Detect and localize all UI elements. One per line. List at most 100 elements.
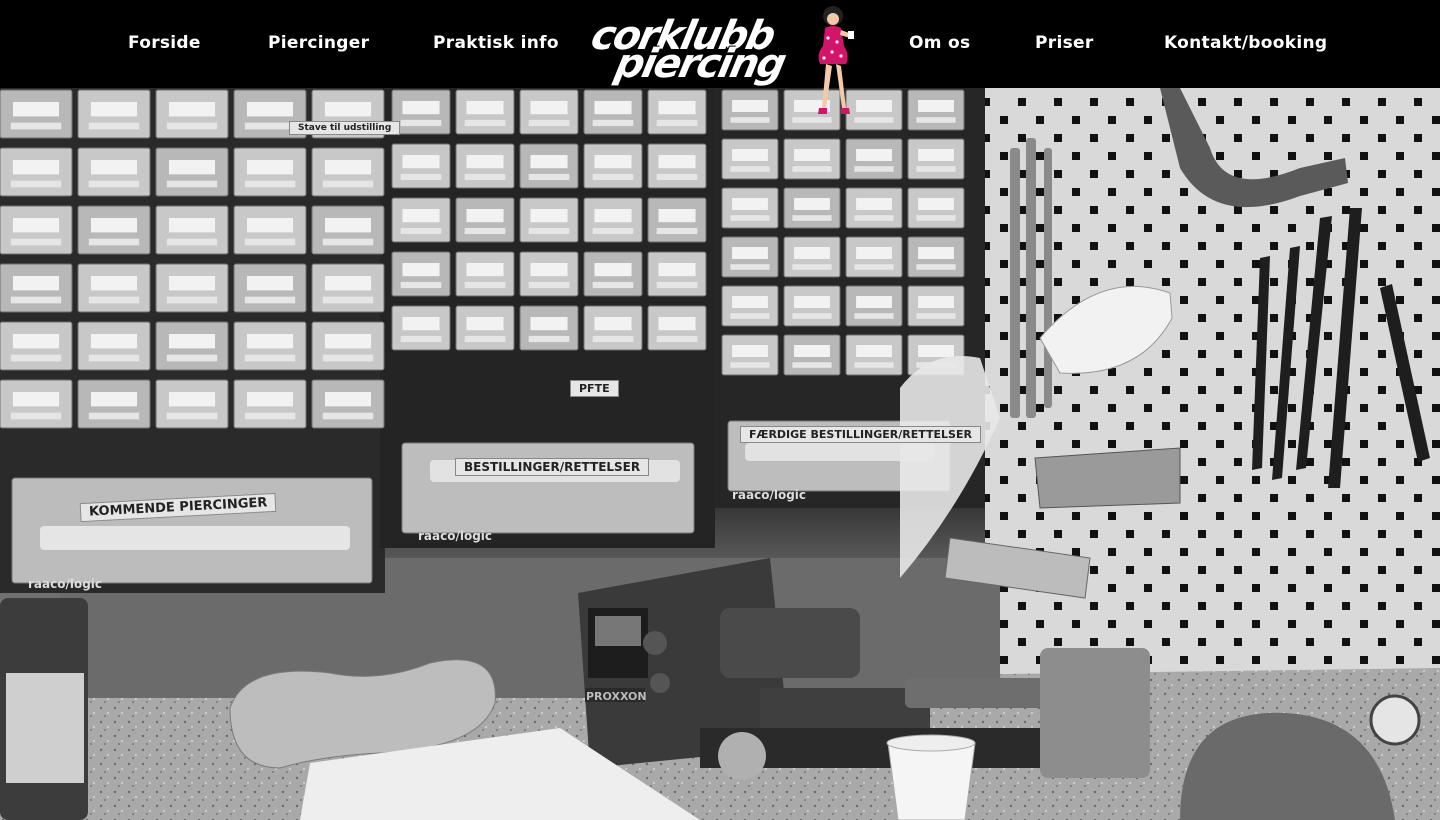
drawer-handle [730,166,770,172]
drawer-handle [656,119,698,127]
pinup-girl-icon [818,6,854,114]
drawer-label-tag [794,296,830,308]
drawer-label-tag [918,100,954,112]
label-staar-til-udstilling: Stave til udstilling [289,121,401,135]
drawer-handle [916,117,956,123]
drawer-label-tag [12,276,60,291]
drawer-label-tag [466,155,504,169]
drawer-handle [464,335,506,343]
hero-workshop-image: KOMMENDE PIERCINGER BESTILLINGER/RETTELS… [0,88,1440,820]
brand-raaco-right: raaco/logic [732,488,807,502]
drawer-label-tag [594,101,632,115]
drawer-label-tag [794,198,830,210]
drawer-label-tag [324,160,372,175]
nav-link-piercinger[interactable]: Piercinger [268,33,369,53]
drawer-label-tag [246,218,294,233]
drawer-handle [166,180,218,188]
drawer-handle [88,354,140,362]
drawer-handle [322,296,374,304]
drawer-handle [400,281,442,289]
drawer-label-tag [402,263,440,277]
drawer-handle [244,122,296,130]
machine-label-proxxon: PROXXON [586,690,647,703]
drawer-handle [528,281,570,289]
drawer-label-tag [168,218,216,233]
nav-link-kontakt-booking[interactable]: Kontakt/booking [1164,33,1327,53]
drawer-handle [322,412,374,420]
drawer-label-tag [168,276,216,291]
site-logo[interactable]: corklubb piercing [586,4,868,114]
drawer-handle [400,119,442,127]
drawer-label-tag [658,101,696,115]
drawer-label-tag [324,392,372,407]
drawer-handle [244,238,296,246]
drawer-handle [592,281,634,289]
nav-link-priser[interactable]: Priser [1035,33,1094,53]
drawer-handle [792,313,832,319]
drawer-handle [730,117,770,123]
drawer-label-tag [90,102,138,117]
drawer-label-tag [918,296,954,308]
drawer-label-tag [324,102,372,117]
drawer-label-tag [594,263,632,277]
drawer-handle [528,227,570,235]
drawer-handle [400,335,442,343]
drawer-label-tag [90,276,138,291]
drawer-handle [88,412,140,420]
drawer-label-tag [246,160,294,175]
label-faerdige-bestillinger: FÆRDIGE BESTILLINGER/RETTELSER [740,426,981,443]
drawer-handle [528,119,570,127]
drawer-handle [166,354,218,362]
drawer-label-tag [732,100,768,112]
drawer-handle [10,296,62,304]
drawer-handle [656,281,698,289]
drawer-handle [792,362,832,368]
drawer-label-tag [90,218,138,233]
drawer-handle [244,412,296,420]
logo-text-piercing: piercing [611,41,789,87]
drawer-handle [10,238,62,246]
drawer-handle [592,227,634,235]
drawer-handle [244,296,296,304]
drawer-handle [854,313,894,319]
drawer-handle [166,122,218,130]
drawer-handle [166,412,218,420]
drawer-handle [916,264,956,270]
nav-link-om-os[interactable]: Om os [909,33,970,53]
drawer-label-tag [324,276,372,291]
drawer-handle [322,354,374,362]
label-bestillinger-rettelser: BESTILLINGER/RETTELSER [455,458,650,476]
drawer-label-tag [856,198,892,210]
drawer-label-tag [658,155,696,169]
drawer-handle [166,296,218,304]
nav-link-praktisk-info[interactable]: Praktisk info [433,33,559,53]
drawer-label-tag [594,317,632,331]
drawer-label-tag [732,296,768,308]
drawer-label-tag [856,247,892,259]
drawer-handle [322,238,374,246]
drawer-handle [244,354,296,362]
drawer-label-tag [90,392,138,407]
drawer-label-tag [246,276,294,291]
brand-raaco-left: raaco/logic [28,577,103,591]
drawer-handle [854,215,894,221]
drawer-label-tag [594,155,632,169]
drawer-label-tag [918,149,954,161]
workshop-illustration [0,88,1440,820]
drawer-handle [854,362,894,368]
brand-raaco-middle: raaco/logic [418,529,493,543]
drawer-label-tag [466,263,504,277]
drawer-handle [322,180,374,188]
drawer-handle [400,173,442,181]
drawer-handle [592,173,634,181]
drawer-handle [528,335,570,343]
drawer-label-tag [594,209,632,223]
drawer-handle [10,180,62,188]
drawer-label-tag [732,247,768,259]
drawer-handle [854,264,894,270]
nav-link-forside[interactable]: Forside [128,33,201,53]
drawer-label-tag [732,198,768,210]
drawer-label-tag [168,160,216,175]
drawer-label-tag [246,334,294,349]
drawer-handle [464,119,506,127]
